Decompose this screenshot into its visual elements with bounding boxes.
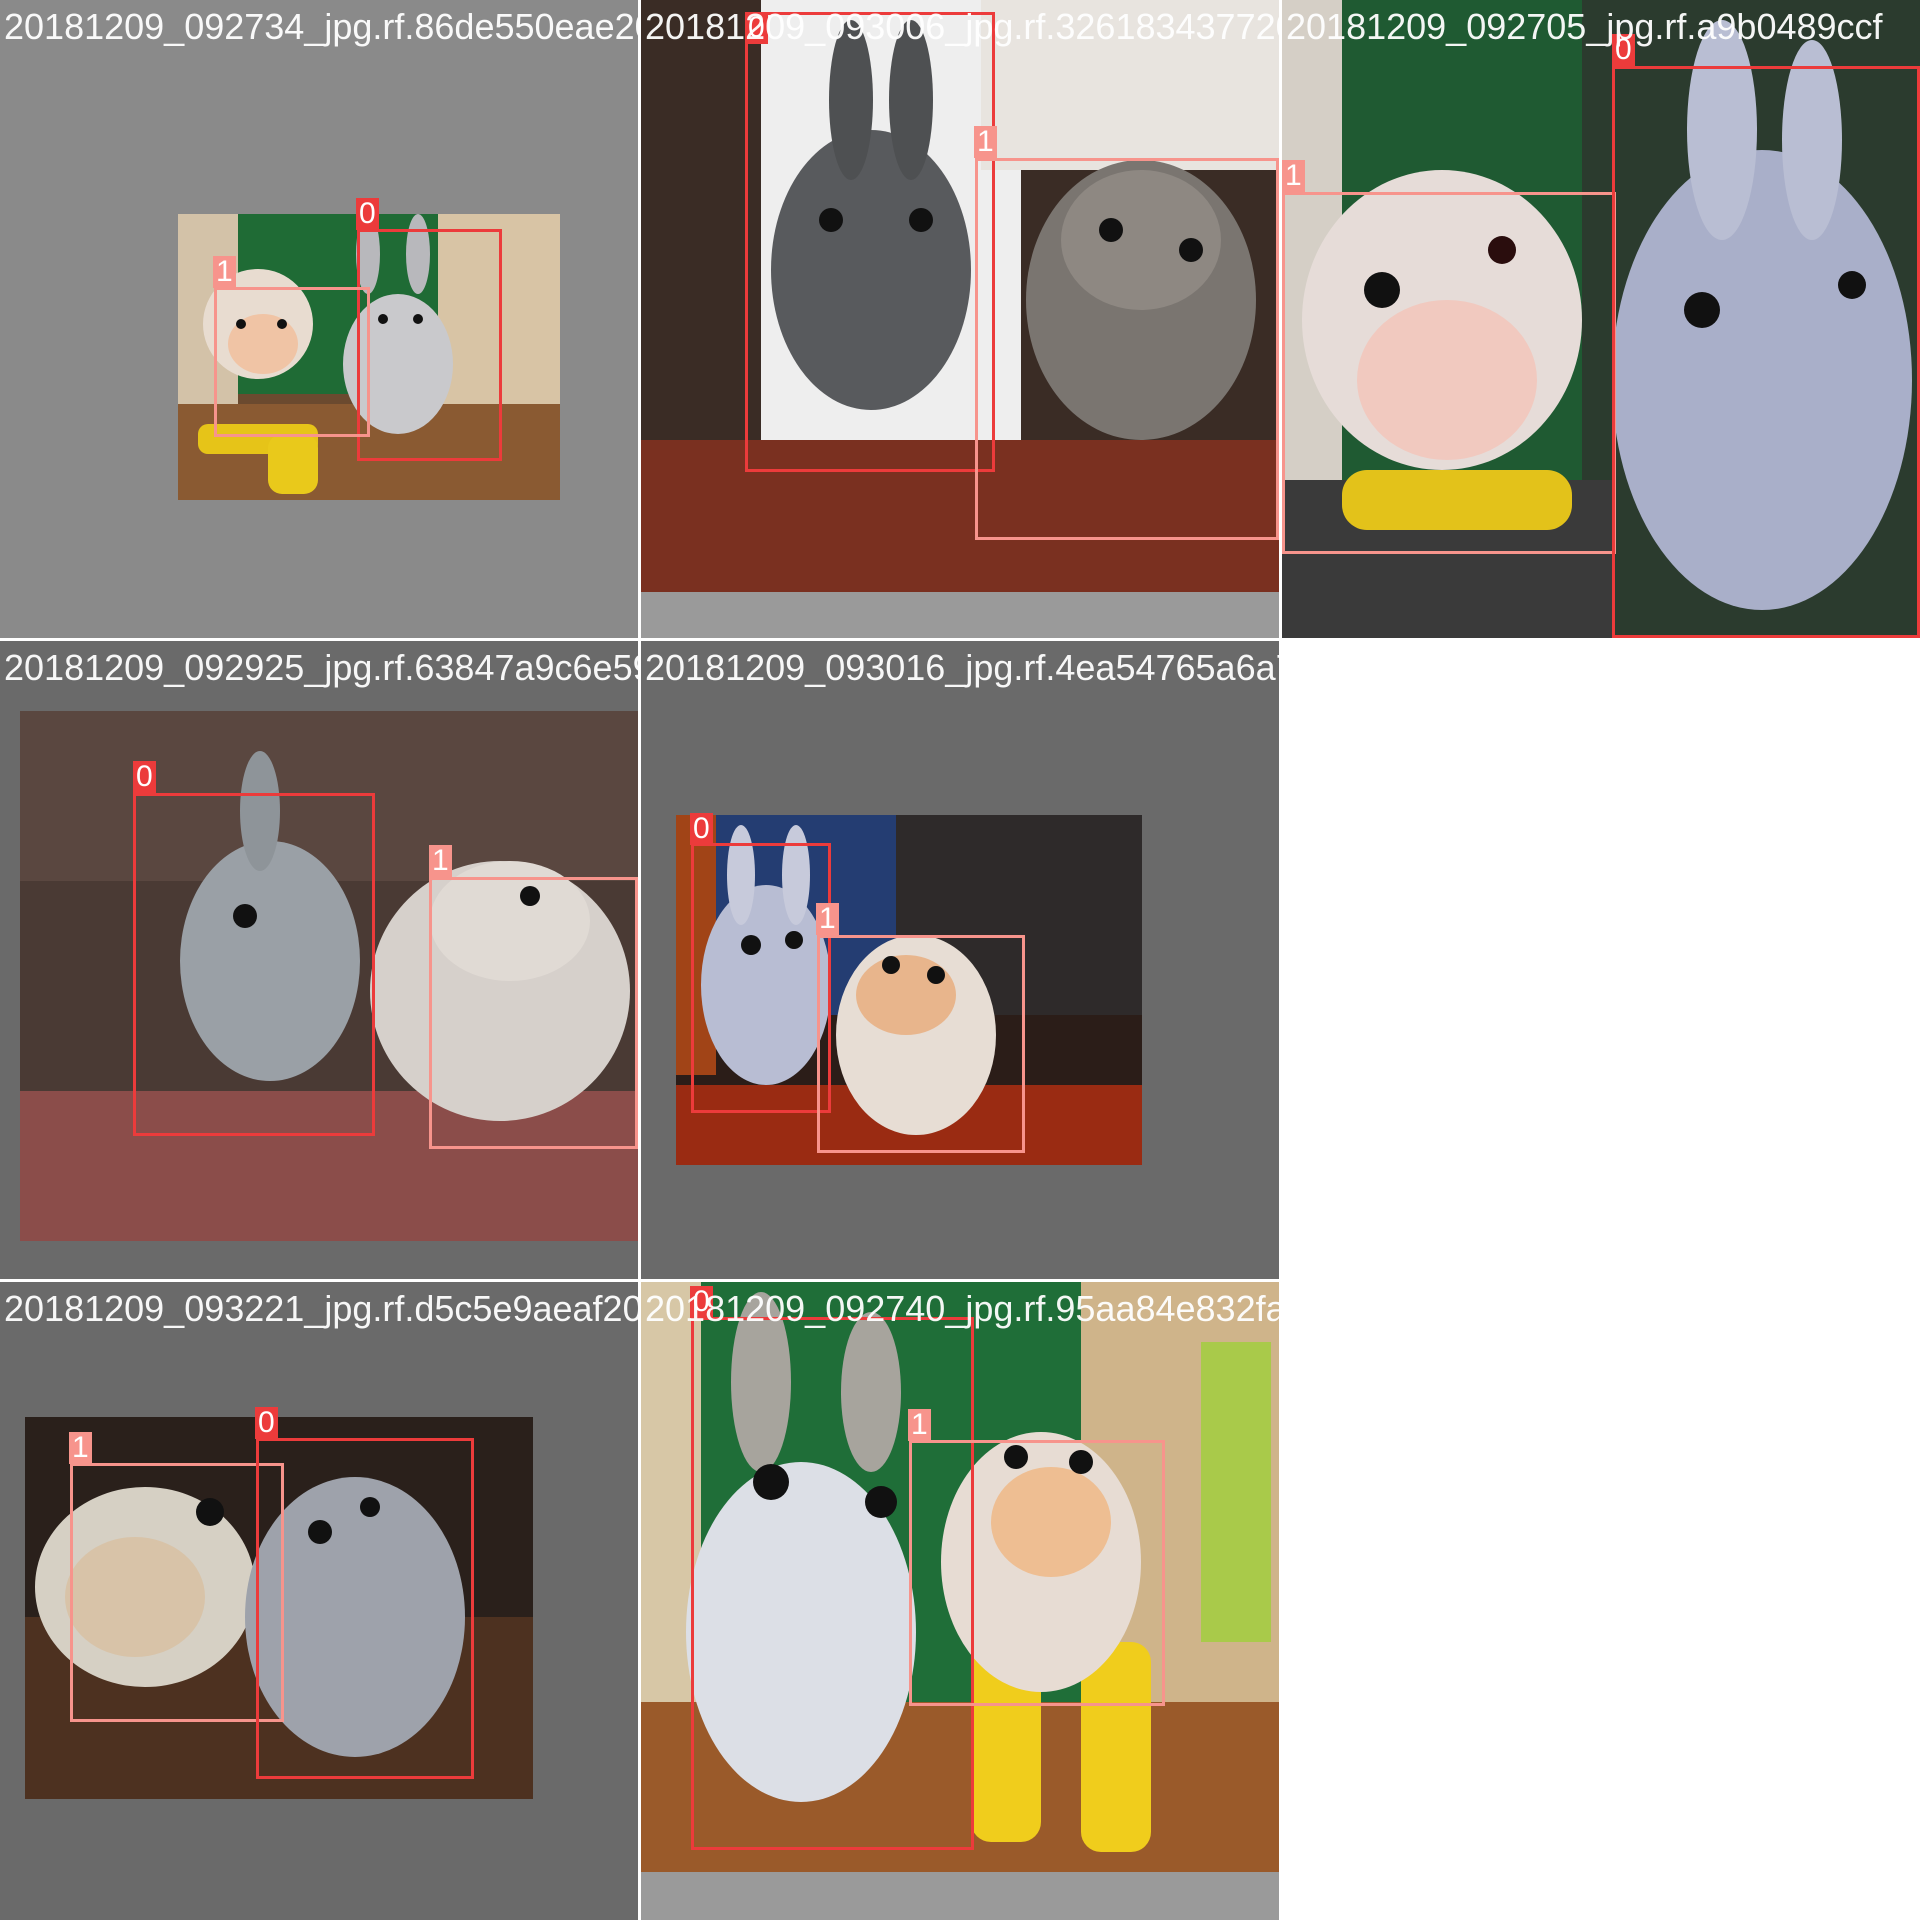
class-label: 1 (816, 903, 839, 935)
class-label: 1 (908, 1409, 931, 1441)
class-label: 1 (1282, 160, 1305, 192)
bbox-class-1 (975, 158, 1279, 540)
mosaic-tile-6: 1 0 20181209_093221_jpg.rf.d5c5e9aeaf207… (0, 1282, 638, 1920)
bbox-class-0 (1612, 66, 1920, 638)
image-filename: 20181209_092925_jpg.rf.63847a9c6e5928f2 (4, 647, 638, 688)
class-label: 1 (69, 1432, 92, 1464)
class-label: 1 (974, 126, 997, 158)
mosaic-tile-1: 0 1 20181209_092734_jpg.rf.86de550eae206… (0, 0, 638, 638)
image-filename: 20181209_092734_jpg.rf.86de550eae2068a0 (4, 6, 638, 47)
class-label: 1 (213, 256, 236, 288)
class-label: 0 (255, 1407, 278, 1439)
bbox-class-1 (429, 877, 638, 1149)
image-filename: 20181209_093006_jpg.rf.32618343772064924 (645, 6, 1279, 47)
bbox-class-1 (1282, 192, 1616, 554)
grid-line (638, 0, 641, 1920)
bbox-class-0 (133, 793, 375, 1136)
mosaic-tile-5: 0 1 20181209_093016_jpg.rf.4ea54765a6a70… (641, 641, 1279, 1279)
mosaic-tile-3: 1 0 20181209_092705_jpg.rf.a9b0489ccf (1282, 0, 1920, 638)
bbox-class-0 (745, 12, 995, 472)
bbox-class-0 (691, 843, 831, 1113)
image-filename: 20181209_093016_jpg.rf.4ea54765a6a700da5 (645, 647, 1279, 688)
image-filename: 20181209_092705_jpg.rf.a9b0489ccf (1286, 6, 1883, 47)
mosaic-tile-4: 0 1 20181209_092925_jpg.rf.63847a9c6e592… (0, 641, 638, 1279)
bbox-class-1 (817, 935, 1025, 1153)
bbox-class-1 (70, 1463, 284, 1722)
class-label: 0 (356, 198, 379, 230)
bbox-class-0 (357, 229, 502, 461)
class-label: 0 (133, 761, 156, 793)
class-label: 0 (690, 813, 713, 845)
mosaic-tile-2: 0 1 20181209_093006_jpg.rf.3261834377206… (641, 0, 1279, 638)
class-label: 1 (429, 845, 452, 877)
bbox-class-1 (214, 287, 370, 437)
image-filename: 20181209_093221_jpg.rf.d5c5e9aeaf2078 (4, 1288, 638, 1329)
mosaic-tile-7: 0 1 20181209_092740_jpg.rf.95aa84e832fa6… (641, 1282, 1279, 1920)
bbox-class-0 (256, 1438, 474, 1779)
image-filename: 20181209_092740_jpg.rf.95aa84e832fa608c6 (645, 1288, 1279, 1329)
grid-line (0, 1279, 1282, 1282)
grid-line (0, 638, 1920, 641)
bbox-class-1 (909, 1440, 1165, 1706)
